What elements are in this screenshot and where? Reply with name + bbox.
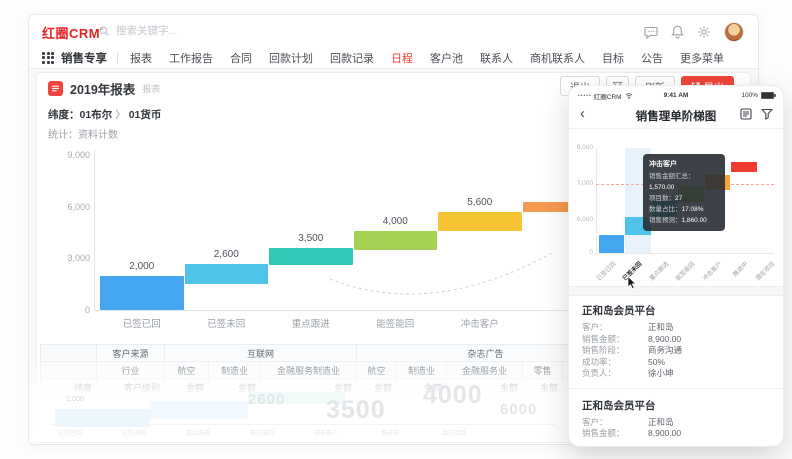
nav-items: 报表 工作报告 合同 回款计划 回款记录 日程 客户池 联系人 商机联系人 目标 公告 更多菜单 bbox=[130, 50, 724, 66]
phone-x-label: 冲击客户 bbox=[693, 259, 723, 289]
deal-list: 正和岛会员平台客户：正和岛销售金额：8,900.00销售阶段：商务沟通成功率：5… bbox=[569, 296, 783, 445]
phone-x-label: 重点跟进 bbox=[640, 259, 670, 289]
nav-item-5[interactable]: 回款记录 bbox=[330, 50, 374, 66]
report-tag: 报表 bbox=[142, 82, 160, 95]
report-title: 2019年报表 bbox=[70, 79, 135, 98]
battery-percent: 100% bbox=[741, 92, 758, 99]
nav-item-9[interactable]: 商机联系人 bbox=[530, 50, 585, 66]
section-separator bbox=[569, 286, 783, 296]
battery-icon bbox=[761, 92, 774, 99]
apps-grid-icon[interactable] bbox=[42, 52, 54, 64]
funnel-filter-icon[interactable] bbox=[761, 108, 773, 120]
deal-field-row: 销售金额：8,900.00 bbox=[582, 334, 770, 346]
screenshot-root: 红圈CRM° 销售专享 bbox=[0, 0, 792, 459]
report-icon bbox=[48, 81, 63, 96]
tooltip-row: 销售金额汇总：1,570.00 bbox=[649, 171, 719, 193]
phone-nav-bar: ‹ 销售理单阶梯图 bbox=[569, 101, 783, 129]
chart-tooltip: 冲击客户 销售金额汇总：1,570.00项目数：27数量占比：17.08%销售预… bbox=[643, 154, 725, 231]
phone-bar-6[interactable] bbox=[731, 162, 757, 171]
nav-divider bbox=[117, 52, 118, 63]
list-divider bbox=[569, 388, 783, 389]
search-input[interactable] bbox=[114, 24, 278, 38]
phone-x-label: 潜在项目 bbox=[746, 259, 776, 289]
phone-x-label: 推进中 bbox=[719, 259, 749, 289]
phone-y-tick: 8,000 bbox=[571, 144, 593, 152]
phone-y-tick: 0 bbox=[571, 249, 593, 257]
phone-y-tick: 7,000 bbox=[571, 180, 593, 188]
message-icon[interactable] bbox=[644, 26, 658, 39]
tooltip-row: 数量占比：17.08% bbox=[649, 204, 719, 215]
deal-field-row: 成功率：50% bbox=[582, 357, 770, 369]
phone-overlay: ••••• 红圈CRM 9:41 AM 100% ‹ 销售理单阶梯图 bbox=[568, 85, 784, 447]
deal-field-row: 客户：正和岛 bbox=[582, 417, 770, 429]
topbar: 红圈CRM° bbox=[29, 15, 758, 47]
nav-item-12[interactable]: 更多菜单 bbox=[680, 50, 724, 66]
nav-item-10[interactable]: 目标 bbox=[602, 50, 624, 66]
deal-field-row: 客户：正和岛 bbox=[582, 322, 770, 334]
tooltip-row: 销售预测：1,860.00 bbox=[649, 215, 719, 226]
deal-title: 正和岛会员平台 bbox=[582, 398, 770, 413]
deal-field-row: 销售阶段：商务沟通 bbox=[582, 345, 770, 357]
stat-line: 统计：资料计数 bbox=[48, 126, 118, 141]
mouse-cursor bbox=[627, 276, 637, 290]
nav-item-3[interactable]: 合同 bbox=[230, 50, 252, 66]
phone-x-label: 能签能回 bbox=[666, 259, 696, 289]
phone-x-axis bbox=[596, 253, 774, 254]
phone-x-label: 已签已回 bbox=[587, 259, 617, 289]
nav-item-7[interactable]: 客户池 bbox=[430, 50, 463, 66]
phone-y-axis bbox=[596, 148, 597, 253]
list-view-icon[interactable] bbox=[740, 108, 752, 120]
nav-item-2[interactable]: 工作报告 bbox=[169, 50, 213, 66]
phone-status-bar: ••••• 红圈CRM 9:41 AM 100% bbox=[569, 90, 783, 101]
gear-icon[interactable] bbox=[697, 25, 711, 39]
deal-field-row: 负责人：徐小坤 bbox=[582, 368, 770, 380]
main-nav: 销售专享 报表 工作报告 合同 回款计划 回款记录 日程 客户池 联系人 商机联系人 目标 公告 更多… bbox=[29, 47, 758, 69]
list-item[interactable]: 正和岛会员平台客户：正和岛销售金额：8,900.00销售阶段：商务沟通成功率：5… bbox=[569, 296, 783, 385]
tooltip-title: 冲击客户 bbox=[649, 159, 719, 170]
nav-apps-label[interactable]: 销售专享 bbox=[61, 50, 107, 66]
deal-field-row: 销售金额：8,900.00 bbox=[582, 428, 770, 440]
dimension-line: 纬度：01布尔〉01货币 bbox=[48, 107, 161, 122]
nav-item-1[interactable]: 报表 bbox=[130, 50, 152, 66]
global-search[interactable] bbox=[99, 22, 309, 40]
nav-item-4[interactable]: 回款计划 bbox=[269, 50, 313, 66]
phone-bar-1[interactable] bbox=[599, 235, 625, 253]
nav-item-11[interactable]: 公告 bbox=[641, 50, 663, 66]
tooltip-row: 项目数：27 bbox=[649, 193, 719, 204]
bell-icon[interactable] bbox=[671, 25, 684, 39]
list-item[interactable]: 正和岛会员平台客户：正和岛销售金额：8,900.00 bbox=[569, 391, 783, 445]
phone-y-tick: 6,000 bbox=[571, 216, 593, 224]
app-logo: 红圈CRM° bbox=[42, 23, 103, 42]
nav-item-6[interactable]: 日程 bbox=[391, 50, 413, 66]
search-icon bbox=[99, 26, 109, 36]
deal-title: 正和岛会员平台 bbox=[582, 303, 770, 318]
user-avatar[interactable] bbox=[724, 22, 744, 42]
nav-item-8[interactable]: 联系人 bbox=[480, 50, 513, 66]
